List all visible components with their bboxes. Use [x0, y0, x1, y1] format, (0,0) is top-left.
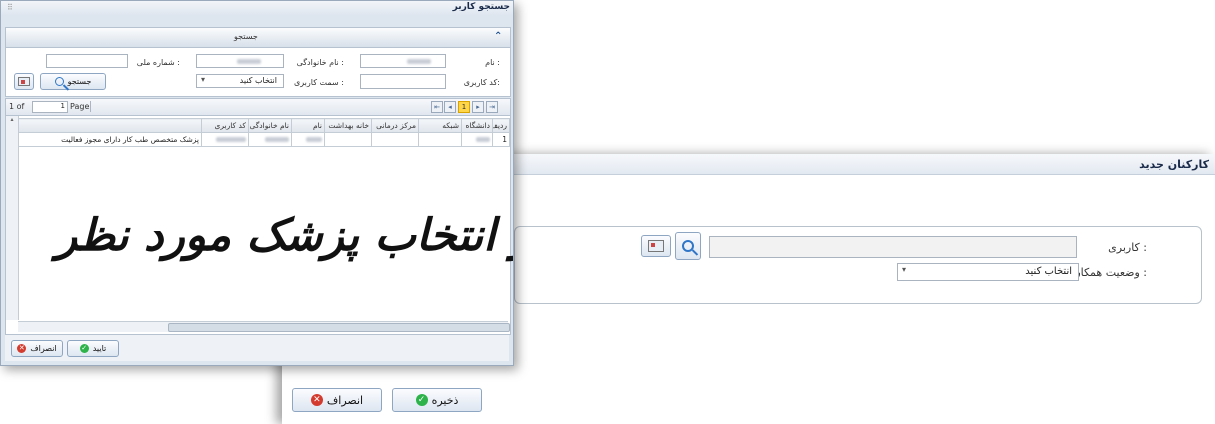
table-row[interactable]: 1 پزشک متخصص طب کار دارای مجوز فعالیت	[18, 132, 510, 147]
user-search-dialog: ⠿ جستجو کاربر جستجو ⌃ نام : نام خانوادگی…	[0, 0, 514, 366]
family-name-cell	[248, 132, 292, 147]
national-code-input[interactable]	[46, 54, 128, 68]
search-section-title: جستجو	[234, 32, 258, 41]
network-cell	[418, 132, 462, 147]
name-input[interactable]	[360, 54, 446, 68]
username-input[interactable]	[360, 74, 446, 89]
user-label: کاربری :	[1108, 241, 1147, 254]
username-cell	[201, 132, 249, 147]
column-header[interactable]: نام	[291, 118, 325, 133]
column-header[interactable]: کد کاربری	[201, 118, 249, 133]
column-header[interactable]: خانه بهداشت	[324, 118, 372, 133]
pager-divider	[90, 101, 91, 112]
pager-page-label: Page	[70, 102, 90, 111]
overlay-caption: جست و جو و انتخاب پزشک مورد نظر	[56, 210, 513, 261]
role-select[interactable]: انتخاب کنید ▾	[196, 74, 284, 88]
search-titlebar: ⠿ جستجو کاربر	[1, 1, 513, 15]
cooperation-select-value: انتخاب کنید	[1025, 266, 1072, 277]
cancel-button-label: انصراف	[326, 393, 364, 407]
check-icon: ✓	[415, 394, 428, 406]
search-button-label: جستجو	[67, 77, 92, 86]
chevron-down-icon: ▾	[201, 75, 206, 84]
user-card-button[interactable]	[641, 235, 671, 257]
prev-page-icon[interactable]: ▸	[472, 101, 484, 113]
table-header-row: ردیف دانشگاه شبکه مرکز درمانی خانه بهداش…	[18, 118, 510, 133]
save-button[interactable]: ✓ ذخیره	[392, 388, 482, 412]
id-card-button[interactable]	[14, 73, 34, 90]
family-label: نام خانوادگی :	[296, 58, 344, 67]
national-code-label: شماره ملی :	[136, 58, 180, 67]
user-search-button[interactable]	[675, 232, 701, 260]
search-cancel-label: انصراف	[30, 344, 57, 353]
drag-grip-icon[interactable]: ⠿	[7, 3, 13, 12]
search-icon	[54, 77, 64, 86]
username-label: کد کاربری:	[463, 78, 500, 87]
close-icon: ✕	[310, 394, 323, 406]
id-card-icon	[18, 77, 30, 86]
column-header[interactable]: مرکز درمانی	[371, 118, 419, 133]
family-input[interactable]	[196, 54, 284, 68]
pager-bar: 1 of 1 Page ⇤ ◂ 1 ▸ ⇥	[5, 98, 511, 116]
university-cell	[461, 132, 493, 147]
column-header[interactable]: ردیف	[492, 118, 510, 133]
search-cancel-button[interactable]: ✕ انصراف	[11, 340, 63, 357]
column-header[interactable]	[18, 118, 202, 133]
results-grid: ▴ ردیف دانشگاه شبکه مرکز درمانی خانه بهد…	[5, 115, 513, 335]
save-button-label: ذخیره	[431, 393, 459, 407]
close-icon: ✕	[17, 344, 27, 353]
next-page-icon[interactable]: ◂	[444, 101, 456, 113]
search-icon	[682, 240, 694, 252]
search-dialog-title: جستجو کاربر	[452, 2, 510, 12]
current-page-button[interactable]: 1	[458, 101, 470, 113]
search-section-header: جستجو ⌃	[5, 27, 511, 49]
staff-form-group: کاربری : وضعیت همکاری : انتخاب کنید ▾	[514, 226, 1202, 304]
page-number-input[interactable]: 1	[32, 101, 68, 113]
health-house-cell	[324, 132, 372, 147]
column-header[interactable]: شبکه	[418, 118, 462, 133]
pager-of-text: 1 of	[9, 102, 25, 111]
name-label: نام :	[485, 58, 500, 67]
check-icon: ✓	[79, 344, 89, 353]
search-form: نام : نام خانوادگی : شماره ملی : کد کارب…	[5, 47, 511, 97]
row-index-cell: 1	[492, 132, 510, 147]
search-button[interactable]: جستجو	[40, 73, 106, 90]
horizontal-scrollbar[interactable]	[18, 321, 510, 332]
staff-dialog-title: کارکنان جدید	[1139, 158, 1209, 171]
first-name-cell	[291, 132, 325, 147]
column-header[interactable]: دانشگاه	[461, 118, 493, 133]
cooperation-select[interactable]: انتخاب کنید ▾	[897, 263, 1079, 281]
user-input[interactable]	[709, 236, 1077, 258]
column-header[interactable]: نام خانوادگی	[248, 118, 292, 133]
clinic-cell	[371, 132, 419, 147]
specialty-cell: پزشک متخصص طب کار دارای مجوز فعالیت	[18, 132, 202, 147]
search-footer: ✕ انصراف ✓ تایید	[5, 335, 509, 361]
role-select-value: انتخاب کنید	[239, 76, 277, 85]
results-table: ردیف دانشگاه شبکه مرکز درمانی خانه بهداش…	[18, 118, 510, 147]
confirm-button-label: تایید	[92, 344, 107, 353]
collapse-chevron-icon[interactable]: ⌃	[494, 31, 506, 43]
id-card-icon	[648, 240, 664, 252]
scrollbar-thumb[interactable]	[168, 323, 510, 332]
confirm-button[interactable]: ✓ تایید	[67, 340, 119, 357]
role-label: سمت کاربری :	[294, 78, 344, 87]
cancel-button[interactable]: ✕ انصراف	[292, 388, 382, 412]
first-page-icon[interactable]: ⇥	[486, 101, 498, 113]
chevron-down-icon: ▾	[902, 265, 907, 274]
last-page-icon[interactable]: ⇤	[431, 101, 443, 113]
